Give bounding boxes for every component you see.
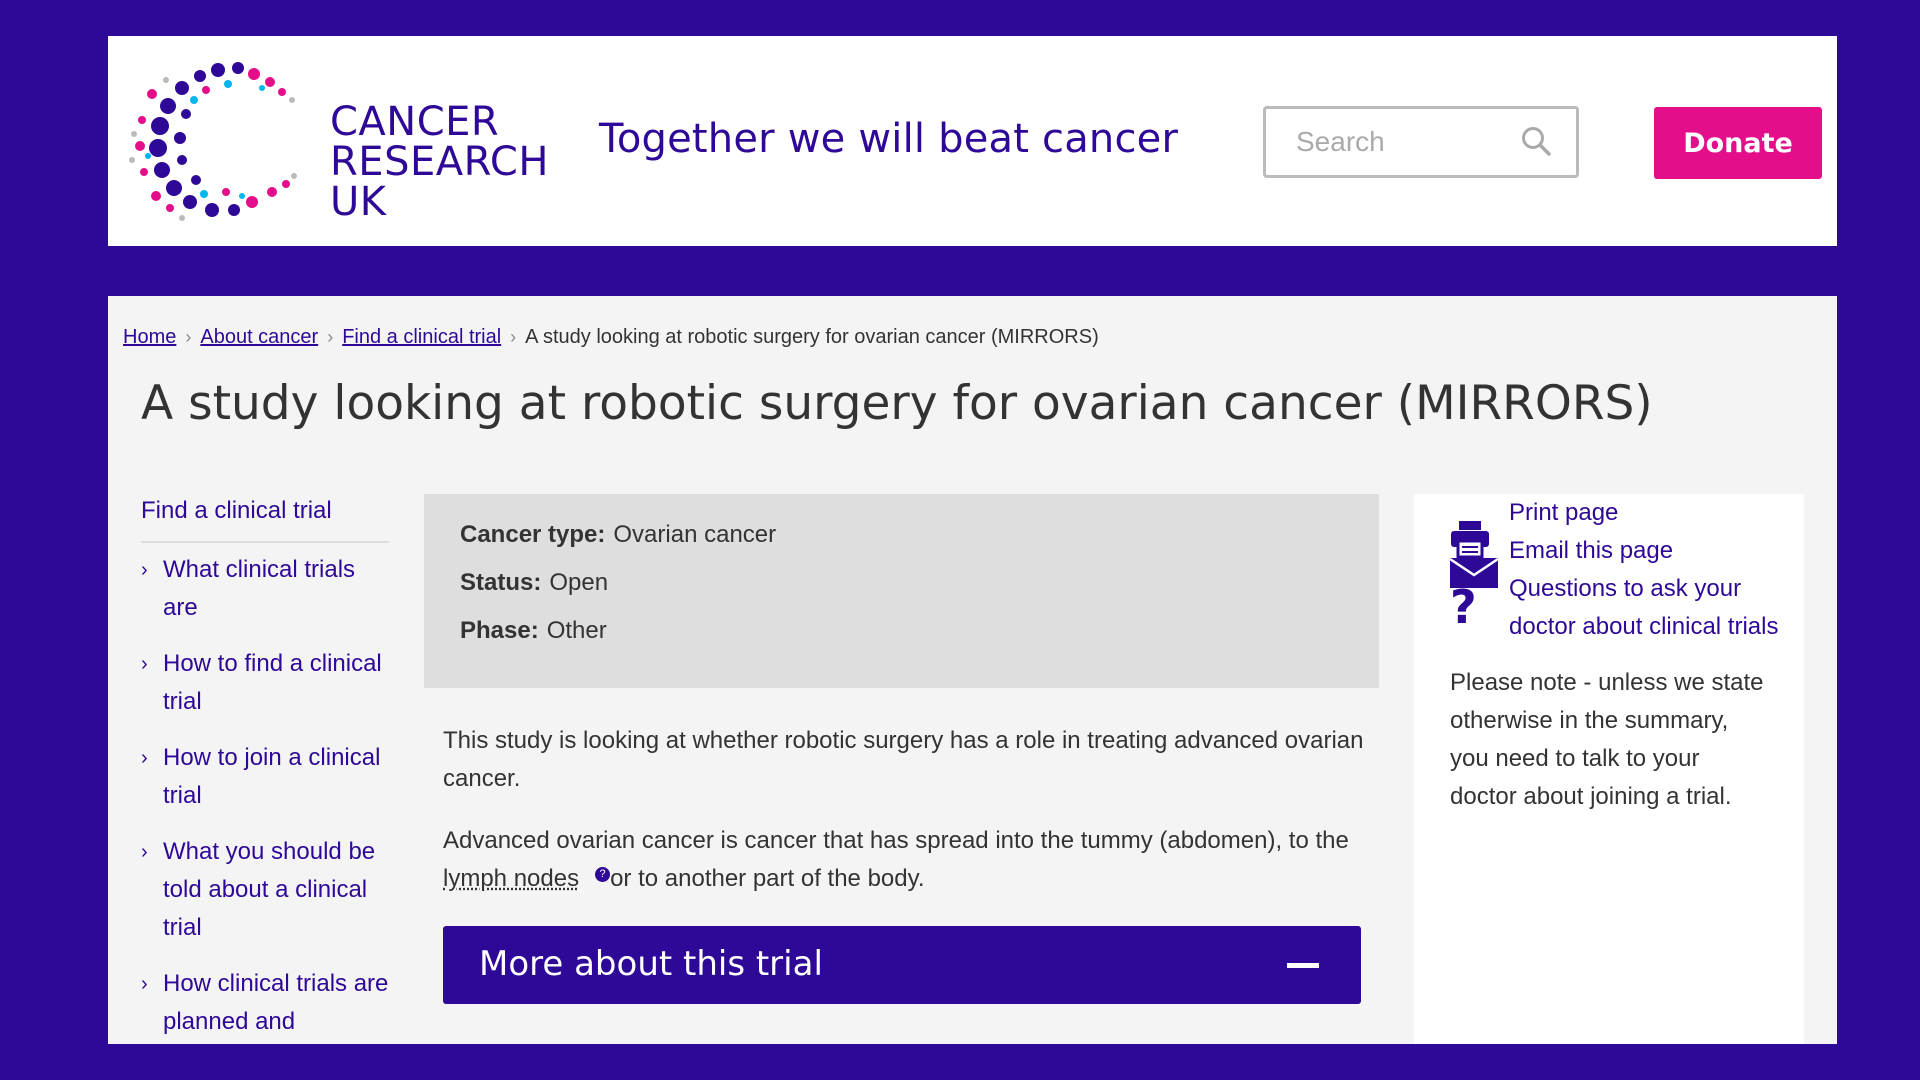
site-header: CANCER RESEARCH UK Together we will beat… [108, 36, 1837, 246]
breadcrumb-about-cancer[interactable]: About cancer [200, 326, 318, 348]
breadcrumb-current: A study looking at robotic surgery for o… [525, 326, 1099, 348]
summary-label: Status: [460, 569, 542, 596]
left-nav-heading[interactable]: Find a clinical trial [141, 486, 389, 543]
left-nav-item-label: How to join a clinical trial [163, 744, 381, 809]
chevron-right-icon: › [141, 653, 148, 675]
breadcrumb-separator-icon: › [510, 327, 517, 347]
collapse-minus-icon [1287, 963, 1319, 968]
logo-line-3: UK [330, 179, 387, 225]
trial-description: This study is looking at whether robotic… [443, 722, 1373, 922]
search-box [1263, 106, 1579, 178]
left-nav-item[interactable]: › What you should be told about a clinica… [141, 833, 389, 947]
left-nav-item[interactable]: › How clinical trials are planned and [141, 965, 389, 1041]
question-mark-icon: ? [1450, 580, 1477, 634]
left-nav-item-label: What you should be told about a clinical… [163, 838, 376, 941]
print-page-link[interactable]: Print page [1414, 494, 1804, 558]
more-about-trial-accordion[interactable]: More about this trial [443, 926, 1361, 1004]
summary-value: Other [546, 617, 607, 644]
description-text: or to another part of the body. [610, 865, 925, 892]
tagline: Together we will beat cancer [599, 116, 1179, 162]
left-nav-item[interactable]: › How to find a clinical trial [141, 645, 389, 721]
search-icon[interactable] [1520, 125, 1552, 157]
left-nav-item[interactable]: › How to join a clinical trial [141, 739, 389, 815]
summary-status: Status: Open [460, 569, 1379, 617]
summary-label: Phase: [460, 617, 539, 644]
logo-dots-icon [129, 62, 297, 221]
breadcrumb: Home › About cancer › Find a clinical trial ›… [123, 326, 1099, 349]
email-page-link[interactable]: Email this page [1414, 532, 1804, 588]
summary-cancer-type: Cancer type: Ovarian cancer [460, 521, 1379, 569]
summary-value: Ovarian cancer [613, 521, 777, 548]
left-nav-item[interactable]: › What clinical trials are [141, 551, 389, 627]
left-nav-list: › What clinical trials are › How to find a… [141, 551, 389, 1041]
left-nav-item-label: How to find a clinical trial [163, 650, 382, 715]
page-title: A study looking at robotic surgery for o… [141, 376, 1653, 431]
description-text: Advanced ovarian cancer is cancer that h… [443, 827, 1349, 854]
donate-button[interactable]: Donate [1654, 107, 1822, 179]
breadcrumb-separator-icon: › [327, 327, 334, 347]
right-sidebar: Print page Email this page ? Questions t… [1414, 494, 1804, 1044]
left-nav-item-label: How clinical trials are planned and [163, 970, 389, 1035]
summary-phase: Phase: Other [460, 617, 1379, 665]
description-paragraph: This study is looking at whether robotic… [443, 727, 1364, 792]
search-input[interactable] [1266, 109, 1516, 175]
chevron-right-icon: › [141, 841, 148, 863]
logo-line-2: RESEARCH [330, 139, 549, 185]
description-paragraph: Advanced ovarian cancer is cancer that h… [443, 822, 1373, 898]
chevron-right-icon: › [141, 747, 148, 769]
breadcrumb-separator-icon: › [185, 327, 192, 347]
summary-label: Cancer type: [460, 521, 606, 548]
left-nav-item-label: What clinical trials are [163, 556, 356, 621]
left-nav: Find a clinical trial › What clinical tri… [141, 486, 389, 1044]
lymph-nodes-glossary-link[interactable]: lymph nodes [443, 865, 579, 892]
breadcrumb-home[interactable]: Home [123, 326, 176, 348]
questions-link[interactable]: ? Questions to ask your doctor about cli… [1414, 570, 1804, 646]
cruk-logo[interactable]: CANCER RESEARCH UK [122, 60, 642, 230]
accordion-label: More about this trial [479, 944, 823, 984]
please-note-text: Please note - unless we state otherwise … [1450, 669, 1764, 810]
main-content: Home › About cancer › Find a clinical trial ›… [108, 296, 1837, 1044]
logo-line-1: CANCER [330, 99, 500, 145]
chevron-right-icon: › [141, 559, 148, 581]
chevron-right-icon: › [141, 973, 148, 995]
trial-summary-box: Cancer type: Ovarian cancer Status: Open P… [424, 494, 1379, 688]
logo-wordmark: CANCER RESEARCH UK [330, 102, 549, 222]
info-icon[interactable]: ? [595, 867, 611, 882]
summary-value: Open [549, 569, 609, 596]
breadcrumb-find-clinical-trial[interactable]: Find a clinical trial [342, 326, 501, 348]
